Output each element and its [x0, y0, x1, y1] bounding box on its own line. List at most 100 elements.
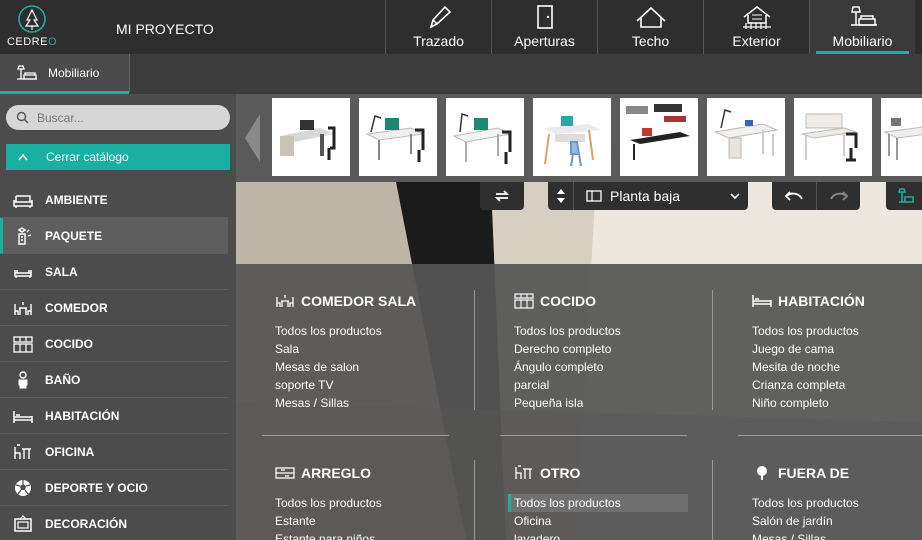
product-thumbnail-strip: [236, 94, 922, 182]
catalog-column-comedor-sala: COMEDOR SALA Todos los productos Sala Me…: [275, 292, 475, 412]
main-area: Planta baja COMEDOR SALA Todos los produ…: [236, 94, 922, 540]
nav-label: Techo: [631, 33, 670, 49]
nav-mobiliario[interactable]: Mobiliario: [809, 0, 915, 54]
catalog-column-cocido: COCIDO Todos los productos Derecho compl…: [514, 292, 714, 412]
catalog-link[interactable]: Sala: [275, 340, 475, 358]
catalog-link[interactable]: Mesas / Sillas: [752, 530, 922, 540]
project-title[interactable]: MI PROYECTO: [116, 21, 214, 37]
product-thumbnail[interactable]: [707, 98, 785, 176]
category-label: COMEDOR: [45, 300, 108, 315]
chevron-left-icon[interactable]: [242, 112, 262, 164]
catalog-link[interactable]: Todos los productos: [275, 494, 475, 512]
floor-plan-icon: [586, 190, 602, 202]
desk-set-image: [452, 112, 512, 164]
catalog-column-title[interactable]: ARREGLO: [275, 464, 475, 482]
tree-icon: [757, 466, 767, 480]
catalog-link[interactable]: Juego de cama: [752, 340, 922, 358]
catalog-link[interactable]: lavadero: [514, 530, 714, 540]
product-thumbnail[interactable]: [272, 98, 350, 176]
catalog-link-highlighted[interactable]: Todos los productos: [508, 494, 688, 512]
ball-icon: [15, 479, 31, 496]
catalog-link[interactable]: Mesas / Sillas: [275, 394, 475, 412]
catalog-column-title[interactable]: OTRO: [514, 464, 714, 482]
product-thumbnail[interactable]: [620, 98, 698, 176]
sidebar-item-paquete[interactable]: PAQUETE: [0, 218, 228, 254]
catalog-link[interactable]: Mesita de noche: [752, 358, 922, 376]
catalog-link[interactable]: Salón de jardín: [752, 512, 922, 530]
sidebar-item-decoracion[interactable]: DECORACIÓN: [0, 506, 228, 540]
category-label: SALA: [45, 264, 78, 279]
category-label: HABITACIÓN: [45, 408, 120, 423]
catalog-link[interactable]: soporte TV: [275, 376, 475, 394]
kitchen-icon: [13, 335, 33, 353]
nav-trazado[interactable]: Trazado: [385, 0, 491, 54]
floor-stepper[interactable]: [548, 182, 574, 210]
catalog-column-title[interactable]: COMEDOR SALA: [275, 292, 475, 310]
wall-desk-image: [626, 104, 690, 160]
nav-exterior[interactable]: Exterior: [703, 0, 809, 54]
sidebar-item-bano[interactable]: BAÑO: [0, 362, 228, 398]
3d-furniture-button[interactable]: [886, 182, 922, 210]
roof-icon: [635, 6, 666, 28]
product-thumbnail[interactable]: [794, 98, 872, 176]
dining-table-icon: [276, 295, 294, 307]
sofa-icon: [14, 269, 32, 278]
search-input[interactable]: [37, 110, 217, 125]
redo-button[interactable]: [816, 182, 860, 210]
nav-aperturas[interactable]: Aperturas: [491, 0, 597, 54]
sidebar-item-deporte-ocio[interactable]: DEPORTE Y OCIO: [0, 470, 228, 506]
catalog-link[interactable]: Niño completo: [752, 394, 922, 412]
sidebar-item-habitacion[interactable]: HABITACIÓN: [0, 398, 228, 434]
logo-text: CEDREO: [6, 36, 58, 48]
product-thumbnail[interactable]: [359, 98, 437, 176]
catalog-link[interactable]: Derecho completo: [514, 340, 714, 358]
cedreo-logo[interactable]: CEDREO: [4, 4, 60, 52]
desk-set-image: [365, 115, 425, 162]
column-divider: [712, 290, 713, 410]
catalog-link[interactable]: Todos los productos: [275, 322, 475, 340]
pencil-icon: [429, 5, 451, 29]
product-thumbnail[interactable]: [533, 98, 611, 176]
catalog-column-title[interactable]: COCIDO: [514, 292, 714, 310]
floor-dropdown-toggle[interactable]: [722, 193, 748, 199]
catalog-link[interactable]: Todos los productos: [752, 322, 922, 340]
catalog-link[interactable]: Oficina: [514, 512, 714, 530]
catalog-link[interactable]: Pequeña isla: [514, 394, 714, 412]
catalog-column-title[interactable]: FUERA DE: [752, 464, 922, 482]
catalog-link[interactable]: Todos los productos: [514, 322, 714, 340]
swap-view-button[interactable]: [480, 182, 524, 210]
product-thumbnail[interactable]: [446, 98, 524, 176]
undo-icon: [785, 191, 803, 201]
catalog-column-otro: OTRO Todos los productos Oficina lavader…: [508, 464, 714, 540]
product-thumbnail[interactable]: [881, 98, 922, 176]
chevron-up-icon: [18, 153, 28, 161]
sidebar-item-ambiente[interactable]: AMBIENTE: [0, 182, 228, 218]
catalog-column-habitacion: HABITACIÓN Todos los productos Juego de …: [752, 292, 922, 412]
desk-set-image: [543, 116, 601, 167]
catalog-link[interactable]: Mesas de salon: [275, 358, 475, 376]
nav-techo[interactable]: Techo: [597, 0, 703, 54]
catalog-link[interactable]: Estante: [275, 512, 475, 530]
catalog-panel: COMEDOR SALA Todos los productos Sala Me…: [236, 264, 922, 540]
close-catalog-label: Cerrar catálogo: [46, 150, 129, 164]
catalog-link[interactable]: Ángulo completo: [514, 358, 714, 376]
tab-mobiliario[interactable]: Mobiliario: [0, 54, 130, 94]
close-catalog-button[interactable]: Cerrar catálogo: [6, 144, 230, 170]
catalog-link[interactable]: Estante para niños: [275, 530, 475, 540]
category-label: DECORACIÓN: [45, 516, 128, 531]
nav-label: Aperturas: [514, 33, 575, 49]
catalog-link[interactable]: Todos los productos: [752, 494, 922, 512]
kitchen-icon: [514, 293, 534, 309]
catalog-link[interactable]: Crianza completa: [752, 376, 922, 394]
sidebar-item-cocido[interactable]: COCIDO: [0, 326, 228, 362]
floor-selector[interactable]: Planta baja: [548, 182, 748, 210]
catalog-column-title[interactable]: HABITACIÓN: [752, 292, 922, 310]
undo-button[interactable]: [772, 182, 816, 210]
sidebar-item-oficina[interactable]: OFICINA: [0, 434, 228, 470]
bed-icon: [752, 295, 772, 307]
furniture-lamp-icon: [850, 6, 877, 26]
sidebar-item-comedor[interactable]: COMEDOR: [0, 290, 228, 326]
catalog-link[interactable]: parcial: [514, 376, 714, 394]
office-chair-icon: [14, 443, 31, 459]
sidebar-item-sala[interactable]: SALA: [0, 254, 228, 290]
